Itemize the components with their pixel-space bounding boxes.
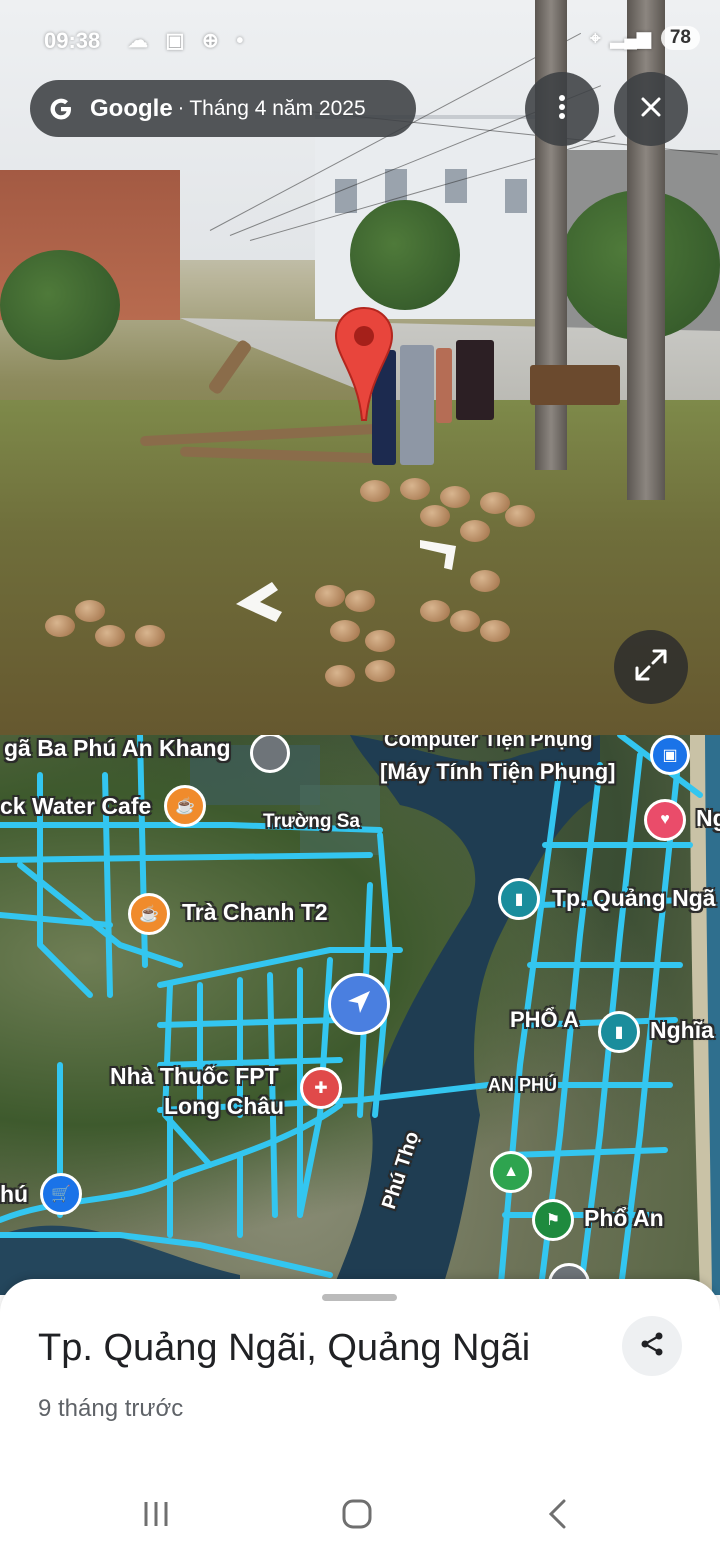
- grass-field: [0, 400, 720, 735]
- my-location-button[interactable]: [328, 973, 390, 1035]
- status-bar: 09:38 ☁ ▣ ⊕ • ⌖ ▂▄▆ 78: [0, 22, 720, 62]
- place-label-ng[interactable]: Ng: [696, 805, 720, 832]
- tree: [350, 200, 460, 310]
- bush: [0, 250, 120, 360]
- back-icon: [546, 1498, 570, 1535]
- home-button[interactable]: [327, 1491, 387, 1541]
- hanging-clothes: [530, 365, 620, 405]
- place-label-pho-an[interactable]: Phổ An: [584, 1205, 664, 1232]
- signal-icon: ▂▄▆: [610, 27, 651, 48]
- street-view-header[interactable]: Google · Tháng 4 năm 2025: [30, 80, 416, 137]
- pharmacy-icon[interactable]: ✚: [300, 1067, 342, 1109]
- area-label-an-phu: AN PHÚ: [488, 1075, 558, 1095]
- status-time: 09:38: [44, 28, 101, 53]
- expand-button[interactable]: [614, 630, 688, 704]
- place-label-long-chau[interactable]: Long Châu: [164, 1093, 284, 1120]
- recents-button[interactable]: [126, 1491, 186, 1541]
- hanging-clothes: [456, 340, 494, 420]
- hanging-clothes: [400, 345, 434, 465]
- system-navigation-bar: [0, 1479, 720, 1559]
- area-label-pho-an: PHỔ A: [510, 1007, 579, 1032]
- imagery-date: Tháng 4 năm 2025: [189, 96, 366, 120]
- shopping-cart-icon[interactable]: 🛒: [40, 1173, 82, 1215]
- cafe-icon[interactable]: ☕: [164, 785, 206, 827]
- image-age: 9 tháng trước: [38, 1395, 184, 1422]
- back-button[interactable]: [528, 1491, 588, 1541]
- notification-icons: ☁ ▣ ⊕ •: [128, 30, 250, 52]
- place-label-computer-en[interactable]: Computer Tiện Phụng: [384, 735, 593, 752]
- favorite-heart-icon[interactable]: ♥: [644, 799, 686, 841]
- home-icon: [341, 1498, 373, 1535]
- navigate-right-arrow-icon[interactable]: [416, 536, 466, 577]
- street-view-panorama[interactable]: 09:38 ☁ ▣ ⊕ • ⌖ ▂▄▆ 78 Google · Tháng 4 …: [0, 0, 720, 735]
- flag-icon[interactable]: ⚑: [532, 1199, 574, 1241]
- place-title: Tp. Quảng Ngãi, Quảng Ngãi: [38, 1327, 531, 1369]
- place-label-nha-thuoc[interactable]: Nhà Thuốc FPT: [110, 1063, 279, 1090]
- drag-handle[interactable]: [322, 1294, 397, 1301]
- battery-indicator: 78: [660, 26, 700, 50]
- google-g-icon: [48, 96, 74, 122]
- navigate-left-arrow-icon[interactable]: [232, 580, 288, 629]
- place-label-water-cafe[interactable]: ck Water Cafe: [0, 793, 151, 820]
- place-label-nga-ba[interactable]: gã Ba Phú An Khang: [4, 735, 231, 762]
- share-icon: [638, 1330, 666, 1363]
- location-pin-icon: [333, 306, 395, 427]
- imagery-provider: Google: [90, 94, 173, 122]
- close-button[interactable]: [614, 72, 688, 146]
- landmark-bookmark-icon[interactable]: ▮: [498, 878, 540, 920]
- place-label-tp-quang-ngai[interactable]: Tp. Quảng Ngã: [552, 885, 716, 912]
- status-right-icons: ⌖ ▂▄▆ 78: [590, 26, 700, 50]
- more-options-button[interactable]: [525, 72, 599, 146]
- share-button[interactable]: [622, 1316, 682, 1376]
- landmark-bookmark-icon[interactable]: ▮: [598, 1011, 640, 1053]
- expand-icon: [634, 648, 668, 687]
- separator-dot: ·: [177, 97, 185, 119]
- shopping-bag-icon[interactable]: ▣: [650, 735, 690, 775]
- park-tree-icon[interactable]: ▲: [490, 1151, 532, 1193]
- place-bottom-sheet[interactable]: Tp. Quảng Ngãi, Quảng Ngãi 9 tháng trước: [0, 1279, 720, 1559]
- location-icon: ⌖: [590, 27, 601, 48]
- navigation-arrow-icon: [345, 988, 373, 1021]
- place-label-nghia[interactable]: Nghĩa: [650, 1017, 714, 1044]
- close-icon: [640, 96, 662, 123]
- street-label-truong-sa: Trường Sa: [263, 811, 360, 832]
- hanging-clothes: [436, 348, 452, 423]
- place-label-hu[interactable]: hú: [0, 1181, 28, 1208]
- place-label-computer-vi[interactable]: [Máy Tính Tiện Phụng]: [380, 759, 615, 785]
- recents-icon: [141, 1499, 171, 1534]
- place-label-tra-chanh[interactable]: Trà Chanh T2: [182, 899, 328, 926]
- more-vert-icon: [558, 94, 566, 125]
- map-view[interactable]: gã Ba Phú An Khang Computer Tiện Phụng […: [0, 735, 720, 1295]
- cafe-icon[interactable]: ☕: [128, 893, 170, 935]
